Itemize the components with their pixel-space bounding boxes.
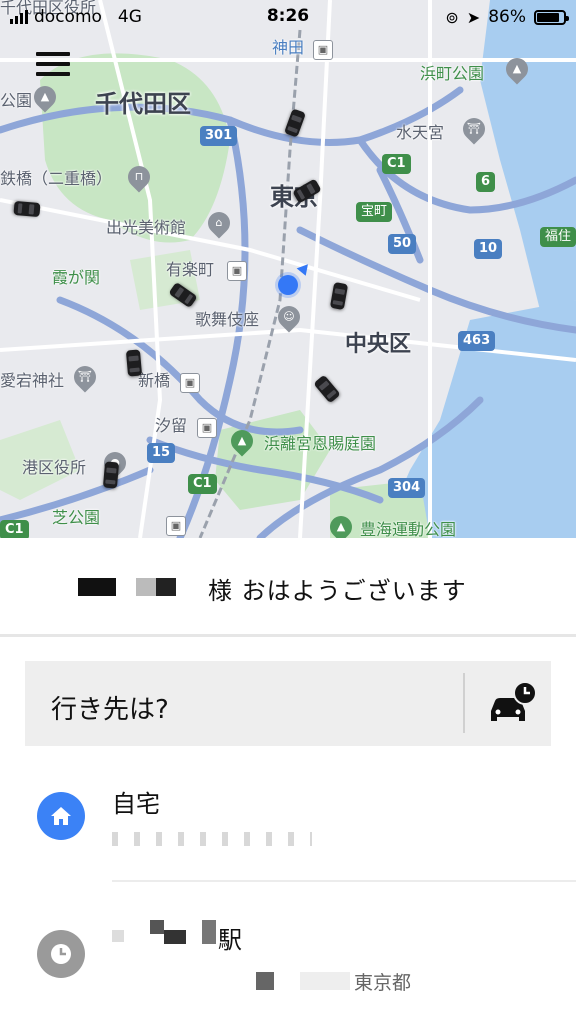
place-title: 自宅 <box>112 790 160 818</box>
scheduled-taxi-icon <box>491 681 537 721</box>
theater-pin-icon: ☺ <box>273 301 305 333</box>
search-divider <box>463 673 465 733</box>
recent-place-station[interactable]: 駅 東京都 <box>0 900 576 1020</box>
battery-percent: 86% <box>488 7 526 27</box>
bottom-sheet: 様 おはようございます 行き先は? 自宅 駅 東京都 <box>0 538 576 1024</box>
station-icon: ▣ <box>227 261 247 281</box>
destination-search[interactable]: 行き先は? <box>25 661 551 746</box>
poi-shiodome: 汐留 <box>155 416 188 435</box>
poi-minato-office: 港区役所 <box>22 458 87 477</box>
route-shield-50: 50 <box>388 234 417 254</box>
station-icon: ▣ <box>166 516 186 536</box>
destination-placeholder: 行き先は? <box>51 695 169 725</box>
redacted-name <box>112 930 124 942</box>
shrine-pin-icon: ⛩ <box>69 361 101 393</box>
place-title: 駅 <box>218 926 242 954</box>
poi-atago: 愛宕神社 <box>0 371 65 390</box>
route-shield-463: 463 <box>458 331 496 351</box>
route-shield-15: 15 <box>147 443 176 463</box>
park-pin-icon: ▲ <box>325 511 357 538</box>
bridge-pin-icon: ⊓ <box>123 161 155 193</box>
poi-kanda: 神田 <box>272 38 305 57</box>
poi-suitengu: 水天宮 <box>396 123 445 142</box>
poi-kasumigaseki: 霞が関 <box>52 268 101 287</box>
greeting-banner: 様 おはようございます <box>0 538 576 637</box>
map-view[interactable]: 千代田区役所 千代田区 東京 中央区 神田 浜町公園 水天宮 公園 鉄橋（二重橋… <box>0 0 576 538</box>
redacted-name <box>78 578 116 596</box>
museum-pin-icon: ⌂ <box>203 207 235 239</box>
redacted-address <box>300 972 350 990</box>
clock-icon <box>37 930 85 978</box>
home-icon <box>37 792 85 840</box>
current-location-dot <box>278 275 298 295</box>
redacted-name <box>164 930 186 944</box>
route-shield-c1-west: C1 <box>0 520 29 538</box>
ward-label-chiyoda: 千代田区 <box>95 90 191 118</box>
greeting-text: 様 おはようございます <box>208 577 467 605</box>
place-subtitle: 東京都 <box>354 972 412 994</box>
route-shield-301: 301 <box>200 126 238 146</box>
route-shield-c1: C1 <box>382 154 411 174</box>
orientation-lock-icon: ⊚ <box>445 7 459 27</box>
route-shield-6: 6 <box>476 172 496 192</box>
redacted-name <box>150 920 164 934</box>
status-bar: docomo 4G 8:26 ⊚ ➤ 86% <box>0 0 576 34</box>
map-pin-icon: ▲ <box>29 81 61 113</box>
station-icon: ▣ <box>197 418 217 438</box>
schedule-ride-button[interactable] <box>483 679 543 729</box>
ward-label-chuo: 中央区 <box>345 332 412 357</box>
poi-shiba-park: 芝公園 <box>52 508 101 527</box>
station-icon: ▣ <box>180 373 200 393</box>
taxi-car-icon <box>13 200 41 218</box>
poi-shinbashi: 新橋 <box>138 371 171 390</box>
redacted-name <box>202 920 216 944</box>
redacted-address <box>256 972 274 990</box>
map-pin-icon: ▲ <box>501 53 533 85</box>
park-pin-icon: ▲ <box>226 425 258 457</box>
route-shield-c1-south: C1 <box>188 474 217 494</box>
poi-fukuzumi: 福住 <box>540 227 576 247</box>
saved-place-home[interactable]: 自宅 <box>0 778 576 878</box>
redacted-name <box>136 578 156 596</box>
poi-hamacho-park: 浜町公園 <box>420 64 485 83</box>
poi-nijubashi: 鉄橋（二重橋） <box>0 169 113 188</box>
taxi-car-icon <box>125 349 143 377</box>
battery-icon <box>534 9 569 25</box>
poi-yurakucho: 有楽町 <box>166 260 215 279</box>
menu-button[interactable] <box>36 52 74 82</box>
route-shield-304: 304 <box>388 478 426 498</box>
poi-toyomi: 豊海運動公園 <box>360 520 457 538</box>
station-icon: ▣ <box>313 40 333 60</box>
list-divider <box>112 880 576 882</box>
redacted-address <box>112 832 312 846</box>
location-arrow-icon: ➤ <box>466 7 481 27</box>
poi-kabukiza: 歌舞伎座 <box>195 310 260 329</box>
poi-takaracho: 宝町 <box>356 202 393 222</box>
route-shield-10: 10 <box>474 239 503 259</box>
taxi-car-icon <box>102 461 120 489</box>
poi-idemitsu: 出光美術館 <box>106 218 187 237</box>
redacted-name <box>156 578 176 596</box>
poi-hamarikyu: 浜離宮恩賜庭園 <box>264 434 377 453</box>
shrine-pin-icon: ⛩ <box>458 113 490 145</box>
poi-park-left: 公園 <box>0 91 33 110</box>
